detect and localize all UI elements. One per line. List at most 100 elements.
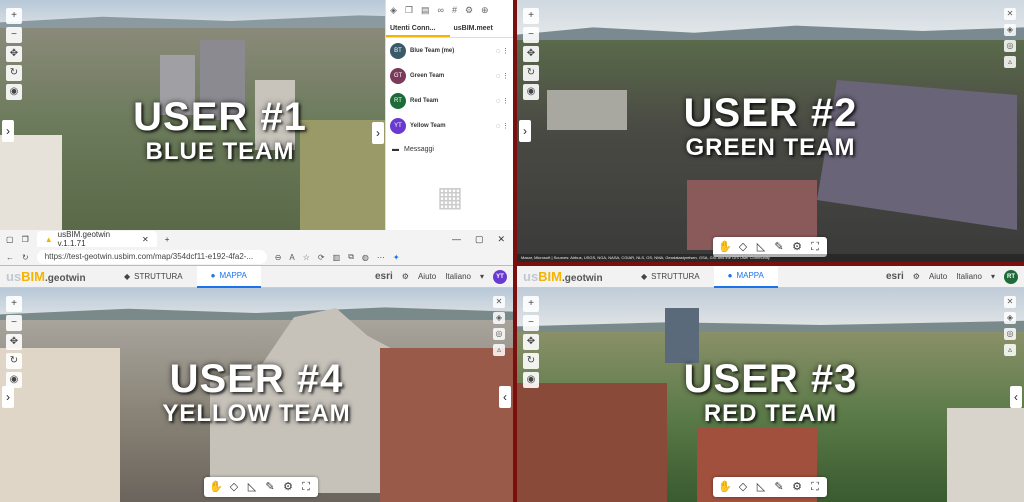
favorite-icon[interactable]: ☆ <box>303 253 310 262</box>
measure-icon[interactable]: ▵ <box>1004 56 1016 68</box>
measure-icon[interactable]: ▵ <box>493 344 505 356</box>
reload-icon[interactable]: ↻ <box>22 253 29 262</box>
zoom-out-icon[interactable]: − <box>523 27 539 43</box>
layers-icon[interactable]: ◈ <box>1004 24 1016 36</box>
fullscreen-icon[interactable]: ⛶ <box>299 479 313 495</box>
avatar[interactable]: YT <box>493 269 507 284</box>
rotate-icon[interactable]: ↻ <box>523 353 539 369</box>
expand-right-arrow[interactable]: ‹ <box>499 386 511 408</box>
expand-left-arrow[interactable]: › <box>2 120 14 142</box>
layers-icon[interactable]: ◈ <box>493 312 505 324</box>
ruler-icon[interactable]: ◺ <box>754 239 768 255</box>
brush-icon[interactable]: ✎ <box>772 479 786 495</box>
gear-icon[interactable]: ⚙ <box>281 479 295 495</box>
address-bar[interactable]: https://test-geotwin.usbim.com/map/354dc… <box>36 250 267 264</box>
close-icon[interactable]: ✕ <box>1004 8 1016 20</box>
fullscreen-icon[interactable]: ⛶ <box>808 239 822 255</box>
cube-icon[interactable]: ◇ <box>736 239 750 255</box>
view-icon[interactable]: ◎ <box>1004 40 1016 52</box>
document-icon[interactable]: ▤ <box>421 5 430 16</box>
zoom-in-icon[interactable]: + <box>523 296 539 312</box>
minimize-icon[interactable]: — <box>452 234 461 245</box>
tab-connected-users[interactable]: Utenti Conn... <box>386 20 450 37</box>
pan-icon[interactable]: ✥ <box>6 46 22 62</box>
fullscreen-icon[interactable]: ⛶ <box>808 479 822 495</box>
close-window-icon[interactable]: ✕ <box>497 234 505 245</box>
read-aloud-icon[interactable]: A <box>289 253 294 262</box>
cube-icon[interactable]: ◇ <box>736 479 750 495</box>
brush-icon[interactable]: ✎ <box>263 479 277 495</box>
compass-icon[interactable]: ◉ <box>6 84 22 100</box>
zoom-in-icon[interactable]: + <box>6 8 22 24</box>
expand-left-arrow[interactable]: › <box>519 120 531 142</box>
help-menu[interactable]: Aiuto <box>929 272 947 281</box>
window-menu-icon[interactable]: ▢ <box>6 235 14 244</box>
viewport-user-4[interactable]: usBIM.geotwin ◆ STRUTTURA ● MAPPA esri ⚙ A… <box>0 266 513 502</box>
tab-struttura[interactable]: ◆ STRUTTURA <box>627 266 714 288</box>
collections-icon[interactable]: ⧉ <box>348 252 354 262</box>
pan-icon[interactable]: ✥ <box>6 334 22 350</box>
layers-icon[interactable]: ◈ <box>1004 312 1016 324</box>
user-row-green[interactable]: GT Green Team ◌ ⋮ <box>386 63 513 88</box>
pan-icon[interactable]: ✥ <box>523 334 539 350</box>
cube-icon[interactable]: ◇ <box>227 479 241 495</box>
user-row-blue[interactable]: BT Blue Team (me) ◌ ⋮ <box>386 38 513 63</box>
tab-mappa[interactable]: ● MAPPA <box>713 266 778 288</box>
app-logo[interactable]: usBIM.geotwin <box>517 269 627 284</box>
close-tab-icon[interactable]: ✕ <box>142 235 149 244</box>
more-icon[interactable]: ⋯ <box>377 253 385 262</box>
view-icon[interactable]: ◎ <box>493 328 505 340</box>
ruler-icon[interactable]: ◺ <box>245 479 259 495</box>
measure-icon[interactable]: ▵ <box>1004 344 1016 356</box>
brush-icon[interactable]: ✎ <box>772 239 786 255</box>
language-select[interactable]: Italiano <box>956 272 982 281</box>
tab-usbim-meet[interactable]: usBIM.meet <box>450 20 514 37</box>
zoom-icon[interactable]: ⊖ <box>275 253 282 262</box>
app-logo[interactable]: usBIM.geotwin <box>0 269 110 284</box>
zoom-out-icon[interactable]: − <box>523 315 539 331</box>
view-icon[interactable]: ◎ <box>1004 328 1016 340</box>
settings-icon[interactable]: ⚙ <box>913 272 920 281</box>
rotate-icon[interactable]: ↻ <box>6 65 22 81</box>
viewport-user-2[interactable]: USER #2 GREEN TEAM + − ✥ ↻ ◉ ✕ ◈ ◎ ▵ › ✋… <box>517 0 1024 262</box>
visibility-icon[interactable]: ◌ ⋮ <box>496 72 509 80</box>
rotate-icon[interactable]: ↻ <box>6 353 22 369</box>
expand-right-arrow[interactable]: ‹ <box>1010 386 1022 408</box>
user-row-red[interactable]: RT Red Team ◌ ⋮ <box>386 88 513 113</box>
browser-tab-active[interactable]: ▲ usBIM.geotwin v.1.1.71 ✕ <box>36 230 157 248</box>
profile-icon[interactable]: ◍ <box>362 253 369 262</box>
settings-icon[interactable]: ⚙ <box>465 5 473 16</box>
expand-left-arrow[interactable]: › <box>2 386 14 408</box>
hand-icon[interactable]: ✋ <box>209 479 223 495</box>
visibility-icon[interactable]: ◌ ⋮ <box>496 122 509 130</box>
zoom-in-icon[interactable]: + <box>6 296 22 312</box>
hand-icon[interactable]: ✋ <box>718 479 732 495</box>
collapse-panel-arrow[interactable]: › <box>372 122 384 144</box>
rotate-icon[interactable]: ↻ <box>523 65 539 81</box>
split-icon[interactable]: ▥ <box>333 253 341 262</box>
link-icon[interactable]: ∞ <box>438 5 444 15</box>
new-tab-icon[interactable]: + <box>165 235 170 244</box>
tab-mappa[interactable]: ● MAPPA <box>196 266 261 288</box>
ruler-icon[interactable]: ◺ <box>754 479 768 495</box>
copilot-icon[interactable]: ✦ <box>393 253 400 262</box>
user-row-yellow[interactable]: YT Yellow Team ◌ ⋮ <box>386 113 513 138</box>
zoom-out-icon[interactable]: − <box>6 27 22 43</box>
viewport-user-1[interactable]: USER #1 BLUE TEAM + − ✥ ↻ ◉ › › ◈ ❐ ▤ ∞ … <box>0 0 513 230</box>
zoom-out-icon[interactable]: − <box>6 315 22 331</box>
avatar[interactable]: RT <box>1004 269 1018 284</box>
settings-icon[interactable]: ⚙ <box>402 272 409 281</box>
back-icon[interactable]: ← <box>6 253 14 262</box>
globe-icon[interactable]: ⊕ <box>481 5 489 16</box>
language-select[interactable]: Italiano <box>445 272 471 281</box>
copy-icon[interactable]: ❐ <box>405 5 413 16</box>
visibility-icon[interactable]: ◌ ⋮ <box>496 47 509 55</box>
viewport-user-3[interactable]: usBIM.geotwin ◆ STRUTTURA ● MAPPA esri ⚙ A… <box>517 266 1024 502</box>
messages-row[interactable]: ▬ Messaggi <box>386 138 513 161</box>
tabs-icon[interactable]: ❐ <box>22 235 29 244</box>
gear-icon[interactable]: ⚙ <box>790 239 804 255</box>
tab-struttura[interactable]: ◆ STRUTTURA <box>110 266 197 288</box>
zoom-in-icon[interactable]: + <box>523 8 539 24</box>
compass-icon[interactable]: ◉ <box>523 372 539 388</box>
close-icon[interactable]: ✕ <box>1004 296 1016 308</box>
